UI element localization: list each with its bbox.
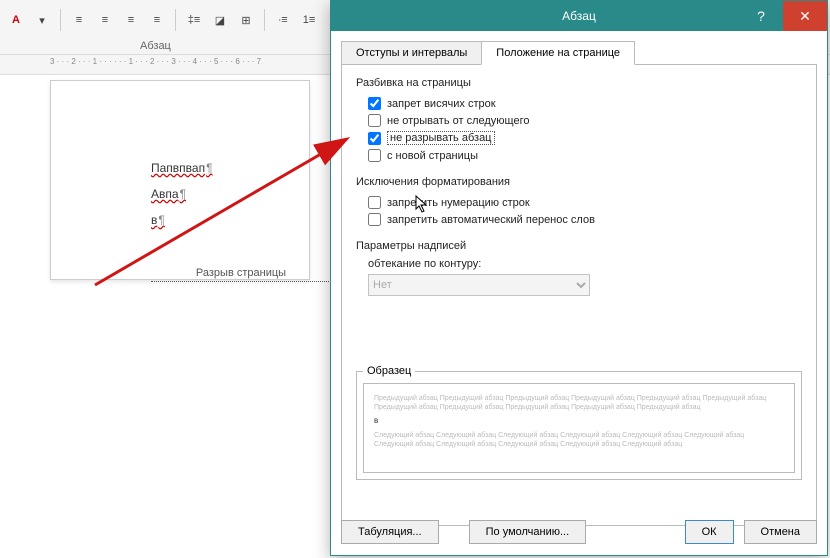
separator xyxy=(175,9,176,31)
option-keep-lines-together[interactable]: не разрывать абзац xyxy=(356,129,802,147)
tab-panel-position: Разбивка на страницы запрет висячих стро… xyxy=(341,64,817,526)
doc-line[interactable]: в xyxy=(151,213,309,227)
wrap-label: обтекание по контуру: xyxy=(356,258,802,270)
button-label: По умолчанию... xyxy=(486,526,570,538)
separator xyxy=(60,9,61,31)
tab-label: Отступы и интервалы xyxy=(356,47,467,59)
borders-icon[interactable]: ⊞ xyxy=(234,8,258,32)
paragraph-dialog: Абзац ? ✕ Отступы и интервалы Положение … xyxy=(330,0,828,556)
tabs-button[interactable]: Табуляция... xyxy=(341,520,439,544)
page-break-marker: Разрыв страницы xyxy=(151,267,331,282)
separator xyxy=(264,9,265,31)
checkbox-keep-lines-together[interactable] xyxy=(368,132,381,145)
ok-button[interactable]: ОК xyxy=(685,520,734,544)
option-label: с новой страницы xyxy=(387,150,478,162)
option-widow-control[interactable]: запрет висячих строк xyxy=(356,95,802,112)
preview-next-text: Следующий абзац Следующий абзац Следующи… xyxy=(374,431,784,449)
option-label: запретить нумерацию строк xyxy=(387,197,530,209)
document-area: Папвпвап Авпа в Разрыв страницы xyxy=(0,80,330,558)
shading-icon[interactable]: ◪ xyxy=(208,8,232,32)
ribbon-group-label: Абзац xyxy=(140,40,171,52)
dialog-tabs: Отступы и интервалы Положение на страниц… xyxy=(341,41,827,65)
button-label: Табуляция... xyxy=(358,526,422,538)
line-spacing-icon[interactable]: ‡≡ xyxy=(182,8,206,32)
preview-box: Предыдущий абзац Предыдущий абзац Предыд… xyxy=(363,383,795,473)
help-button[interactable]: ? xyxy=(739,1,783,31)
wrap-select[interactable]: Нет xyxy=(368,274,590,296)
checkbox-page-break-before[interactable] xyxy=(368,149,381,162)
close-button[interactable]: ✕ xyxy=(783,1,827,31)
textbox-options-group: Параметры надписей обтекание по контуру:… xyxy=(356,240,802,296)
bullets-icon[interactable]: ∙≡ xyxy=(271,8,295,32)
preview-prev-text: Предыдущий абзац Предыдущий абзац Предыд… xyxy=(374,394,784,412)
pagination-group: Разбивка на страницы запрет висячих стро… xyxy=(356,77,802,164)
group-legend: Исключения форматирования xyxy=(356,176,802,188)
option-suppress-line-numbers[interactable]: запретить нумерацию строк xyxy=(356,194,802,211)
font-color-icon[interactable]: A xyxy=(4,8,28,32)
font-color-dropdown-icon[interactable]: ▾ xyxy=(30,8,54,32)
align-left-icon[interactable]: ≡ xyxy=(67,8,91,32)
tab-indents[interactable]: Отступы и интервалы xyxy=(341,41,482,65)
button-label: ОК xyxy=(702,526,717,538)
group-legend: Разбивка на страницы xyxy=(356,77,802,89)
align-center-icon[interactable]: ≡ xyxy=(93,8,117,32)
option-no-hyphenation[interactable]: запретить автоматический перенос слов xyxy=(356,211,802,228)
checkbox-widow-control[interactable] xyxy=(368,97,381,110)
align-right-icon[interactable]: ≡ xyxy=(119,8,143,32)
set-default-button[interactable]: По умолчанию... xyxy=(469,520,587,544)
checkbox-keep-with-next[interactable] xyxy=(368,114,381,127)
preview-group: Образец Предыдущий абзац Предыдущий абза… xyxy=(356,365,802,480)
close-icon: ✕ xyxy=(799,8,811,25)
button-label: Отмена xyxy=(761,526,800,538)
dialog-title: Абзац xyxy=(562,9,596,23)
align-justify-icon[interactable]: ≡ xyxy=(145,8,169,32)
group-legend: Образец xyxy=(363,365,415,377)
option-label: запрет висячих строк xyxy=(387,98,496,110)
preview-current-text: в xyxy=(374,416,784,426)
checkbox-suppress-line-numbers[interactable] xyxy=(368,196,381,209)
tab-position[interactable]: Положение на странице xyxy=(481,41,635,65)
dialog-button-row: Табуляция... По умолчанию... ОК Отмена xyxy=(341,519,817,545)
numbering-icon[interactable]: 1≡ xyxy=(297,8,321,32)
checkbox-no-hyphenation[interactable] xyxy=(368,213,381,226)
option-keep-with-next[interactable]: не отрывать от следующего xyxy=(356,112,802,129)
tab-label: Положение на странице xyxy=(496,47,620,59)
formatting-exceptions-group: Исключения форматирования запретить нуме… xyxy=(356,176,802,228)
option-label: запретить автоматический перенос слов xyxy=(387,214,595,226)
option-label: не разрывать абзац xyxy=(387,131,495,145)
doc-line[interactable]: Папвпвап xyxy=(151,161,309,175)
option-page-break-before[interactable]: с новой страницы xyxy=(356,147,802,164)
document-page[interactable]: Папвпвап Авпа в Разрыв страницы xyxy=(50,80,310,280)
dialog-title-bar[interactable]: Абзац ? ✕ xyxy=(331,1,827,31)
option-label: не отрывать от следующего xyxy=(387,115,529,127)
doc-line[interactable]: Авпа xyxy=(151,187,309,201)
group-legend: Параметры надписей xyxy=(356,240,802,252)
cancel-button[interactable]: Отмена xyxy=(744,520,817,544)
